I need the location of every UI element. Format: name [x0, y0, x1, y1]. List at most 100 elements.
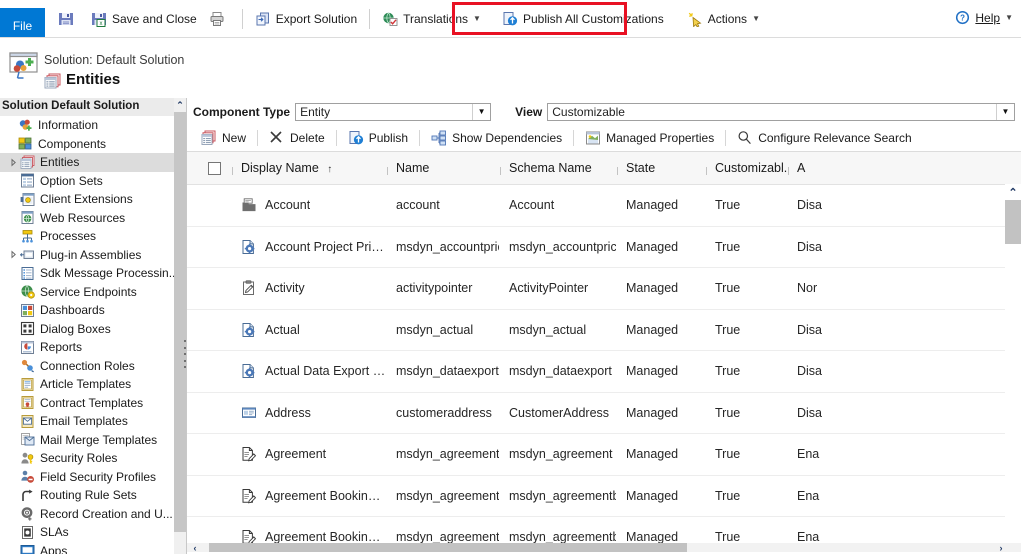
column-header-schema-name[interactable]: Schema Name [499, 161, 616, 175]
cell-customizable: True [715, 281, 741, 296]
sidebar-item-processes[interactable]: Processes [0, 227, 186, 246]
sidebar-item-field-security-profiles[interactable]: Field Security Profiles [0, 468, 186, 487]
cell-schema-name: Account [509, 198, 555, 213]
table-row[interactable]: Address customeraddress CustomerAddress Man… [187, 392, 1021, 434]
select-all-checkbox[interactable] [207, 161, 221, 175]
sidebar-item-slas[interactable]: SLAs [0, 523, 186, 542]
sidebar-item-information[interactable]: Information [0, 116, 186, 135]
column-header-audit[interactable]: A [787, 161, 847, 175]
publish-button[interactable]: Publish [342, 127, 414, 149]
entities-list-panel: Component Type Entity ▼ View Customizabl… [187, 98, 1021, 554]
mail-merge-templates-icon [20, 432, 35, 447]
column-header-customizable[interactable]: Customizabl.. [705, 161, 787, 175]
grid-scroll-up-icon[interactable]: ⌃ [1005, 184, 1021, 200]
chevron-down-icon[interactable]: ▼ [996, 103, 1014, 120]
expand-chevron-icon[interactable] [8, 249, 19, 260]
table-row[interactable]: Account Project Price List msdyn_accountp… [187, 226, 1021, 268]
command-separator-1 [257, 130, 259, 146]
component-type-dropdown[interactable]: Entity ▼ [295, 102, 492, 121]
managed-properties-button[interactable]: Managed Properties [579, 127, 720, 149]
column-header-state[interactable]: State [616, 161, 705, 175]
table-row[interactable]: Activity activitypointer ActivityPointer Ma… [187, 268, 1021, 310]
cell-customizable: True [715, 322, 741, 337]
column-header-name[interactable]: Name [386, 161, 499, 175]
sidebar-scroll-thumb[interactable] [174, 112, 186, 532]
sidebar-item-contract-templates[interactable]: Contract Templates [0, 394, 186, 413]
sidebar-item-reports[interactable]: Reports [0, 338, 186, 357]
sidebar-item-mail-merge-templates[interactable]: Mail Merge Templates [0, 431, 186, 450]
sidebar-item-label: Mail Merge Templates [40, 432, 158, 447]
grid-scroll-right-icon[interactable]: › [995, 542, 1007, 553]
grid-horizontal-scrollbar[interactable]: ‹ › [187, 543, 1021, 552]
configure-relevance-search-button[interactable]: Configure Relevance Search [731, 127, 917, 149]
processes-icon [20, 229, 35, 244]
save-button[interactable] [53, 6, 84, 32]
print-button[interactable] [204, 6, 235, 32]
sidebar-scrollbar[interactable]: ⌃ [174, 98, 186, 554]
sidebar-item-dashboards[interactable]: Dashboards [0, 301, 186, 320]
help-button[interactable]: ? Help ▼ [955, 10, 1013, 26]
select-all-cell[interactable] [187, 161, 231, 175]
article-templates-icon [20, 377, 35, 392]
ribbon-toolbar: File x Save and Close Export Solution Tr… [0, 0, 1021, 38]
sidebar-item-plug-in-assemblies[interactable]: Plug-in Assemblies [0, 246, 186, 265]
scroll-up-icon[interactable]: ⌃ [174, 98, 186, 112]
sidebar-item-web-resources[interactable]: Web Resources [0, 209, 186, 228]
entity-doc-icon [241, 446, 257, 462]
sidebar-item-dialog-boxes[interactable]: Dialog Boxes [0, 320, 186, 339]
sidebar-item-apps[interactable]: Apps [0, 542, 186, 554]
sidebar-item-article-templates[interactable]: Article Templates [0, 375, 186, 394]
grid-hscroll-thumb[interactable] [209, 543, 687, 552]
contract-templates-icon [20, 395, 35, 410]
svg-text:?: ? [960, 14, 965, 23]
configure-relevance-search-label: Configure Relevance Search [758, 131, 912, 145]
file-tab[interactable]: File [0, 8, 45, 37]
entity-address-icon [241, 405, 257, 421]
sidebar-item-label: Record Creation and U... [40, 506, 173, 521]
grid-scroll-thumb[interactable] [1005, 200, 1021, 244]
option-sets-icon [20, 173, 35, 188]
table-row[interactable]: Actual msdyn_actual msdyn_actual Managed Tru… [187, 309, 1021, 351]
expand-chevron-icon[interactable] [8, 157, 19, 168]
table-row[interactable]: Agreement Booking Date msdyn_agreementb..… [187, 475, 1021, 517]
grid-vertical-scrollbar[interactable]: ⌃ ⌄ [1005, 184, 1021, 552]
actions-icon [687, 11, 703, 27]
help-icon: ? [955, 10, 971, 26]
sidebar-item-security-roles[interactable]: Security Roles [0, 449, 186, 468]
new-button[interactable]: New [195, 127, 252, 149]
sidebar-item-routing-rule-sets[interactable]: Routing Rule Sets [0, 486, 186, 505]
sidebar-item-components[interactable]: Components [0, 135, 186, 154]
grid-scroll-track[interactable] [1005, 200, 1021, 536]
column-header-display-name[interactable]: Display Name ↑ [231, 161, 386, 175]
view-dropdown[interactable]: Customizable ▼ [547, 102, 1015, 121]
table-row[interactable]: Agreement msdyn_agreement msdyn_agreement M… [187, 434, 1021, 476]
table-row[interactable]: Actual Data Export (Deprecat... msdyn_dat… [187, 351, 1021, 393]
export-solution-button[interactable]: Export Solution [250, 6, 362, 32]
sidebar-item-option-sets[interactable]: Option Sets [0, 172, 186, 191]
sidebar-item-sdk-message-processin[interactable]: Sdk Message Processin... [0, 264, 186, 283]
cell-name: account [396, 198, 440, 213]
sidebar-item-connection-roles[interactable]: Connection Roles [0, 357, 186, 376]
sidebar-item-service-endpoints[interactable]: Service Endpoints [0, 283, 186, 302]
cell-display-name-text: Activity [265, 281, 305, 296]
publish-all-customizations-button[interactable]: Publish All Customizations [497, 6, 669, 32]
sidebar-item-email-templates[interactable]: Email Templates [0, 412, 186, 431]
grid-scroll-left-icon[interactable]: ‹ [189, 542, 201, 553]
sidebar-item-label: Routing Rule Sets [40, 488, 137, 503]
translations-button[interactable]: Translations ▼ [377, 6, 486, 32]
chevron-down-icon[interactable]: ▼ [472, 103, 491, 120]
delete-button[interactable]: Delete [263, 127, 331, 149]
show-dependencies-button[interactable]: Show Dependencies [425, 127, 568, 149]
sidebar-item-record-creation-and-u[interactable]: Record Creation and U... [0, 505, 186, 524]
cell-display-name-text: Agreement Booking Date [265, 488, 386, 503]
command-separator-5 [725, 130, 727, 146]
ribbon-separator-1 [241, 8, 243, 29]
cell-display-name-text: Account Project Price List [265, 239, 386, 254]
ribbon-button-group: x Save and Close Export Solution Transla… [52, 0, 766, 37]
sidebar-item-entities[interactable]: Entities [0, 153, 186, 172]
table-row[interactable]: Account account Account Managed True Disa [187, 185, 1021, 227]
cell-display-name-text: Actual [265, 322, 300, 337]
save-and-close-button[interactable]: x Save and Close [86, 6, 202, 32]
sidebar-item-client-extensions[interactable]: Client Extensions [0, 190, 186, 209]
actions-button[interactable]: Actions ▼ [682, 6, 765, 32]
